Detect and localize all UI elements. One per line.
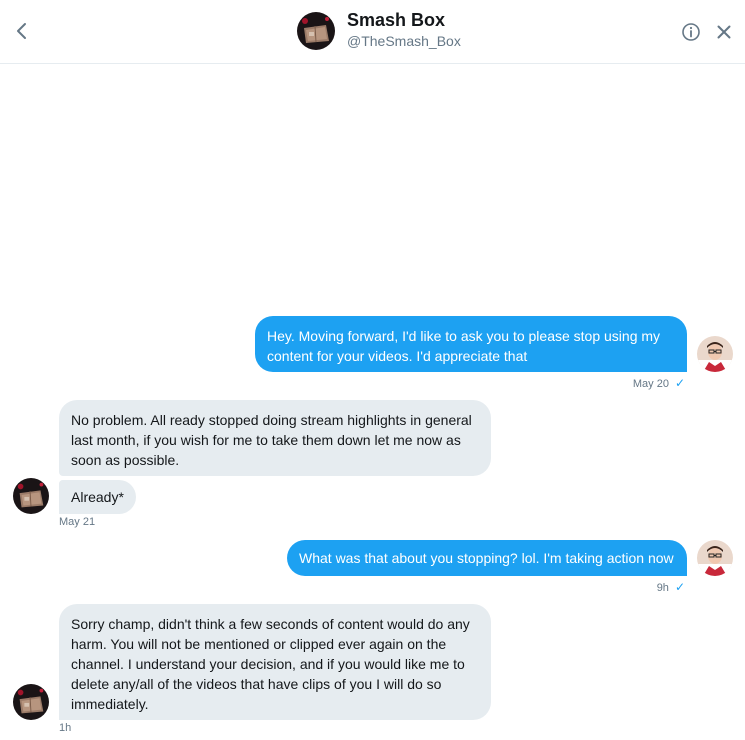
box-avatar-image bbox=[297, 12, 335, 50]
contact-handle: @TheSmash_Box bbox=[347, 33, 461, 49]
message-time: 9h bbox=[656, 582, 669, 594]
message-time: May 21 bbox=[59, 516, 96, 528]
contact-message-avatar[interactable] bbox=[13, 684, 49, 720]
message-received[interactable]: No problem. All ready stopped doing stre… bbox=[59, 400, 491, 476]
user-avatar[interactable] bbox=[697, 540, 733, 576]
message-text: What was that about you stopping? lol. I… bbox=[299, 550, 674, 566]
info-icon bbox=[682, 23, 700, 41]
chevron-left-icon bbox=[17, 23, 26, 39]
message-text: Sorry champ, didn't think a few seconds … bbox=[71, 616, 470, 712]
user-avatar-image bbox=[697, 540, 733, 576]
back-button[interactable] bbox=[12, 20, 32, 42]
message-received[interactable]: Sorry champ, didn't think a few seconds … bbox=[59, 604, 491, 720]
conversation-header: Smash Box @TheSmash_Box bbox=[0, 0, 745, 64]
info-button[interactable] bbox=[681, 22, 701, 42]
message-text: No problem. All ready stopped doing stre… bbox=[71, 412, 472, 468]
contact-message-avatar[interactable] bbox=[13, 478, 49, 514]
user-avatar[interactable] bbox=[697, 336, 733, 372]
box-avatar-image bbox=[13, 684, 49, 720]
message-meta: May 20 ✓ bbox=[633, 376, 685, 390]
message-time: 1h bbox=[59, 722, 72, 734]
contact-name[interactable]: Smash Box bbox=[347, 10, 445, 31]
close-button[interactable] bbox=[715, 23, 733, 41]
message-meta: 9h ✓ bbox=[657, 580, 685, 594]
message-sent[interactable]: Hey. Moving forward, I'd like to ask you… bbox=[255, 316, 687, 372]
message-text: Hey. Moving forward, I'd like to ask you… bbox=[267, 328, 661, 364]
contact-avatar[interactable] bbox=[297, 12, 335, 50]
message-time: May 20 bbox=[632, 378, 669, 390]
user-avatar-image bbox=[697, 336, 733, 372]
message-text: Already* bbox=[71, 489, 124, 505]
read-check-icon: ✓ bbox=[674, 580, 685, 594]
box-avatar-image bbox=[13, 478, 49, 514]
read-check-icon: ✓ bbox=[674, 376, 685, 390]
close-icon bbox=[717, 25, 731, 39]
message-received[interactable]: Already* bbox=[59, 480, 136, 514]
message-sent[interactable]: What was that about you stopping? lol. I… bbox=[287, 540, 687, 576]
